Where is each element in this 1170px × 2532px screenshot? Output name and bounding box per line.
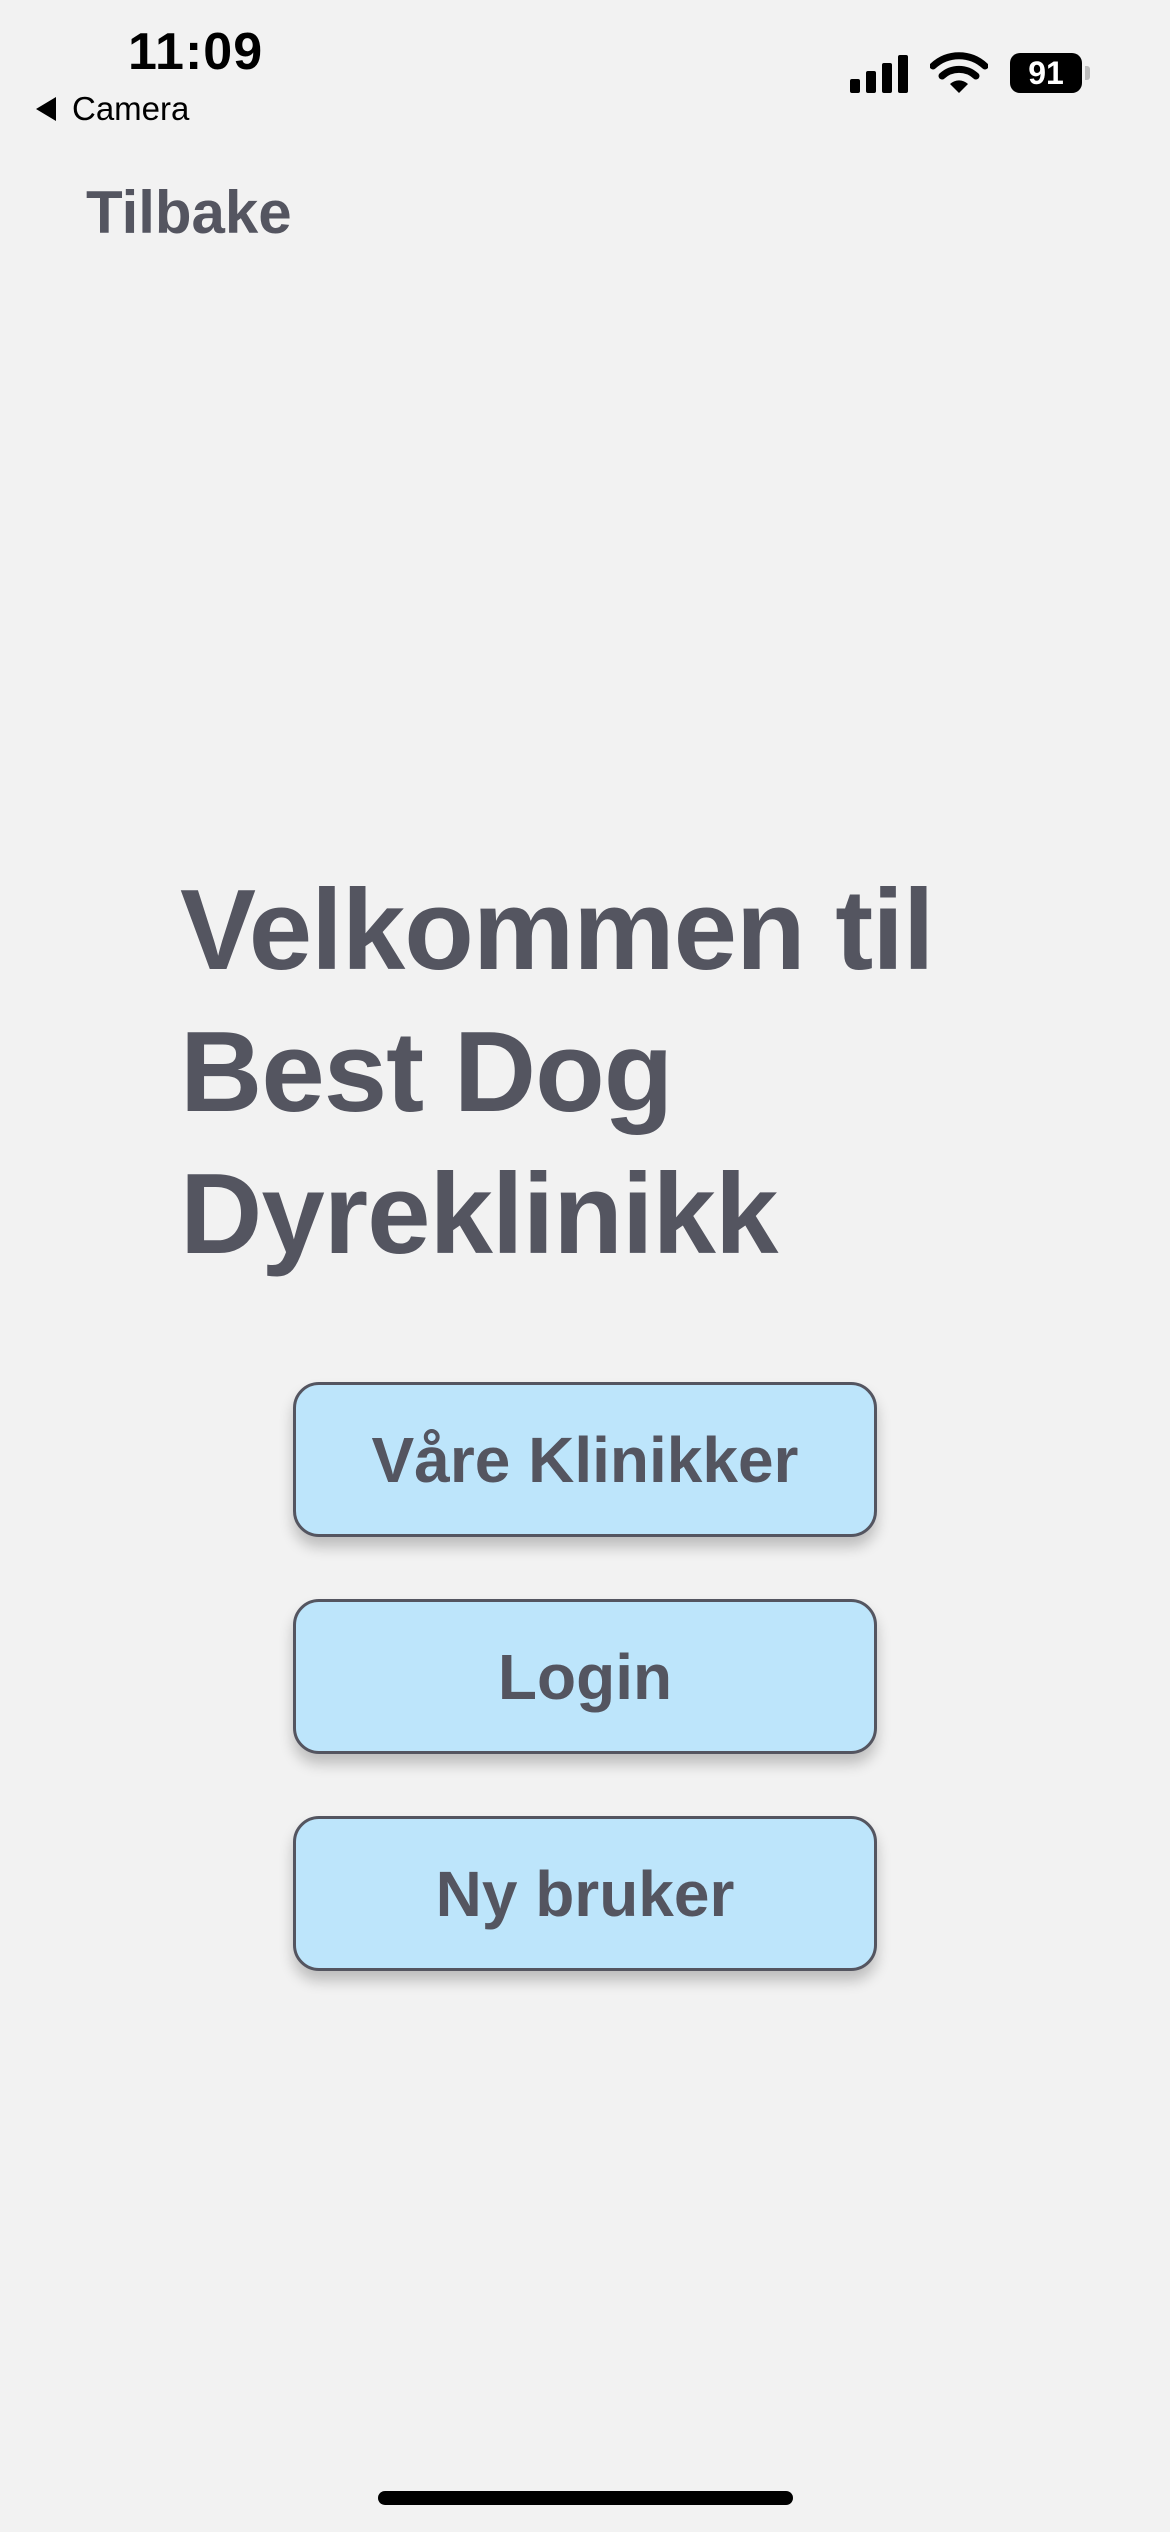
back-to-app-link[interactable]: Camera <box>36 90 189 128</box>
battery-icon: 91 <box>1010 53 1090 93</box>
login-button[interactable]: Login <box>293 1599 877 1754</box>
our-clinics-button[interactable]: Våre Klinikker <box>293 1382 877 1537</box>
status-time: 11:09 <box>128 23 264 81</box>
new-user-button[interactable]: Ny bruker <box>293 1816 877 1971</box>
welcome-title: Velkommen til Best Dog Dyreklinikk <box>180 860 1080 1286</box>
wifi-icon <box>930 52 988 93</box>
status-indicators: 91 <box>850 52 1090 94</box>
title-line-2: Best Dog <box>180 1009 673 1136</box>
title-line-3: Dyreklinikk <box>180 1151 778 1278</box>
back-triangle-icon <box>36 97 56 121</box>
battery-level: 91 <box>1010 53 1082 93</box>
back-app-label: Camera <box>72 90 190 127</box>
cellular-signal-icon <box>850 53 908 93</box>
status-bar: 11:09 Camera 91 <box>0 0 1170 140</box>
title-line-1: Velkommen til <box>180 867 935 994</box>
back-button[interactable]: Tilbake <box>86 178 292 247</box>
home-indicator[interactable] <box>378 2491 793 2505</box>
